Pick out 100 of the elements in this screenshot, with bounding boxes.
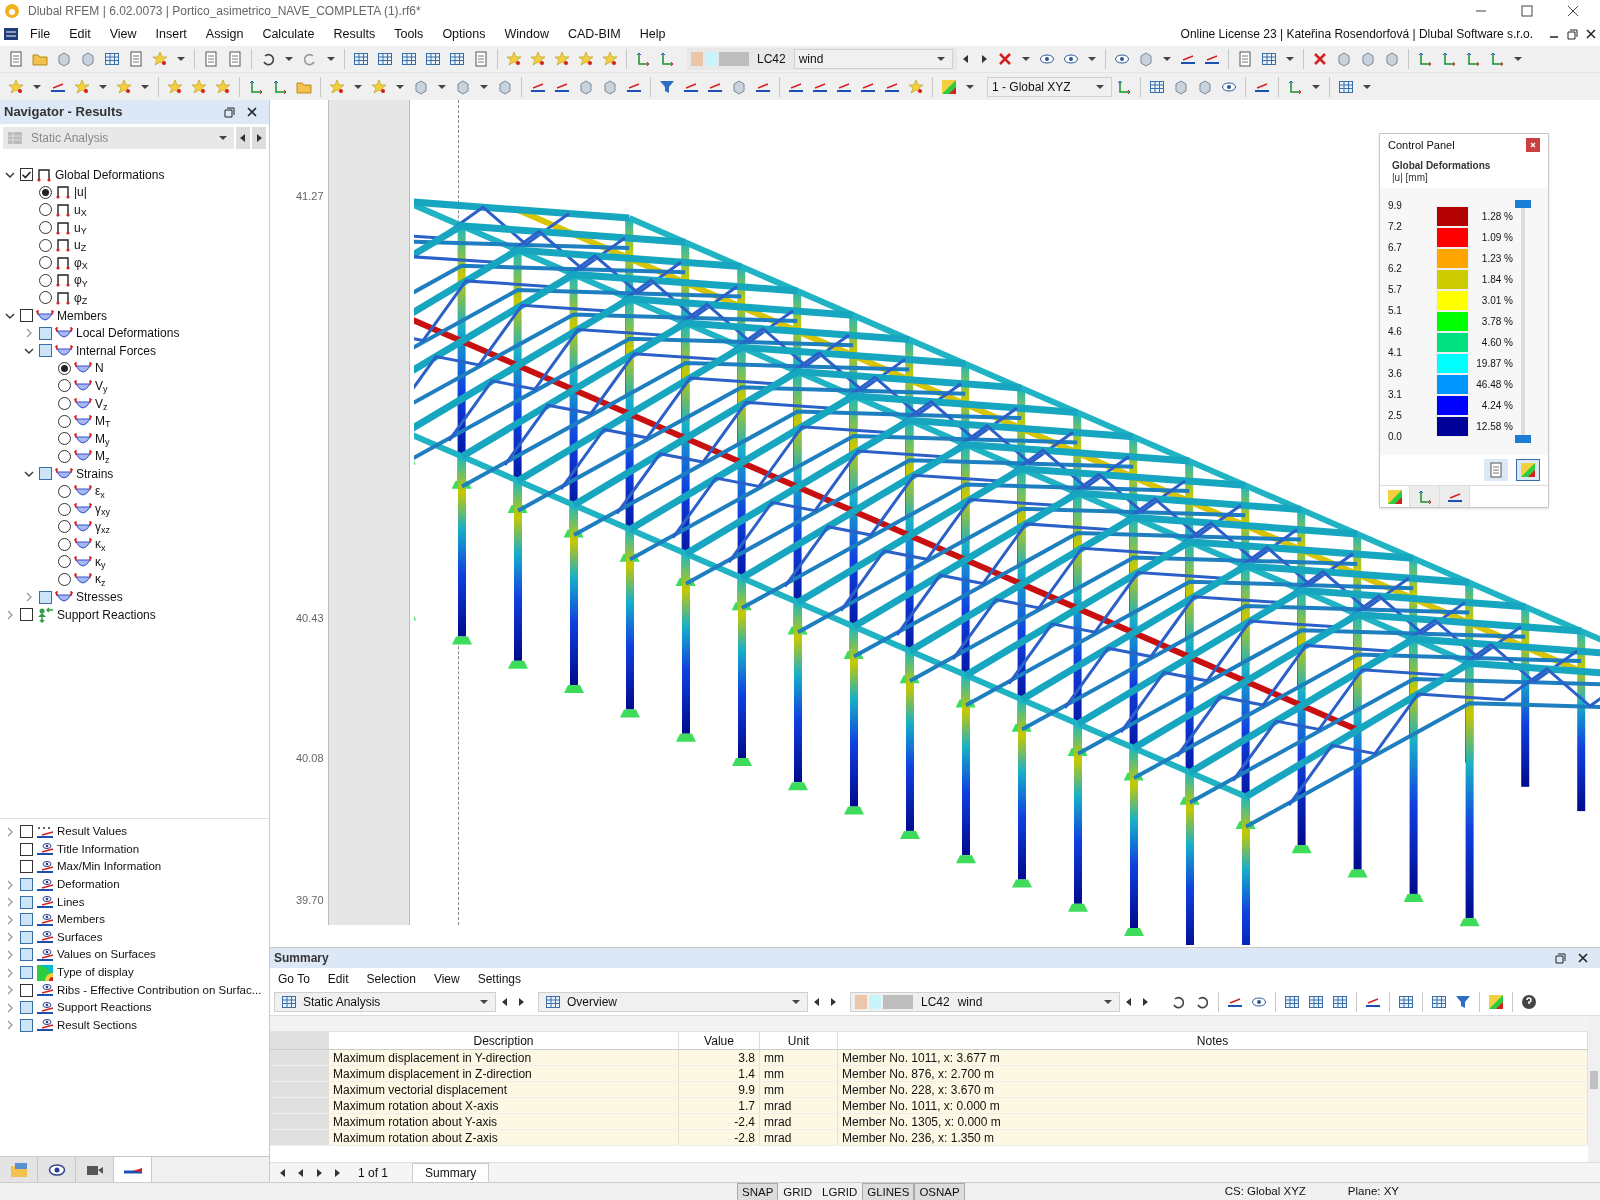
- checkbox[interactable]: [20, 878, 33, 892]
- checkbox[interactable]: [20, 913, 33, 927]
- close-icon[interactable]: [247, 107, 257, 117]
- tree-row[interactable]: V$_{y}$: [0, 377, 269, 395]
- range-slider-handle[interactable]: [1515, 435, 1531, 443]
- delete-icon[interactable]: [997, 51, 1013, 67]
- table-icon[interactable]: [425, 51, 441, 67]
- funnel-icon[interactable]: [659, 78, 675, 95]
- tree-row[interactable]: Max/Min Information: [0, 858, 269, 876]
- table-icon[interactable]: [1149, 78, 1165, 95]
- radio-button[interactable]: [39, 203, 52, 217]
- restore-icon[interactable]: [1567, 28, 1578, 40]
- menu-item[interactable]: Selection: [366, 969, 416, 988]
- eye-icon[interactable]: [1114, 51, 1130, 67]
- load-case-name[interactable]: wind: [957, 993, 1093, 1011]
- document-icon[interactable]: [128, 51, 144, 67]
- status-toggle[interactable]: GRID: [778, 1182, 818, 1200]
- axis-arrow-icon[interactable]: [1116, 78, 1132, 95]
- undo-icon[interactable]: [1194, 994, 1210, 1010]
- tree-row[interactable]: u$_{Z}$: [0, 236, 269, 254]
- menu-item[interactable]: Results: [333, 24, 376, 44]
- control-panel-tab[interactable]: [1380, 486, 1410, 507]
- checkbox[interactable]: [20, 860, 33, 874]
- analysis-dropdown[interactable]: Static Analysis: [274, 992, 496, 1012]
- tree-row[interactable]: Stresses: [0, 588, 269, 606]
- radio-button[interactable]: [58, 449, 71, 463]
- menu-item[interactable]: Calculate: [262, 24, 315, 44]
- column-header[interactable]: Unit: [760, 1032, 838, 1049]
- radio-button[interactable]: [58, 361, 71, 375]
- tree-row[interactable]: κ$_{x}$: [0, 535, 269, 554]
- menu-item[interactable]: Go To: [278, 969, 310, 988]
- axis-arrow-icon[interactable]: [1441, 51, 1457, 67]
- radio-button[interactable]: [58, 572, 71, 586]
- tree-row[interactable]: Surfaces: [0, 928, 269, 947]
- menu-item[interactable]: Edit: [69, 24, 91, 44]
- tree-row[interactable]: M$_{T}$: [0, 412, 269, 430]
- radio-button[interactable]: [39, 256, 52, 270]
- undo-icon[interactable]: [260, 51, 276, 67]
- checkbox[interactable]: [20, 309, 33, 323]
- star-icon[interactable]: [8, 78, 24, 95]
- tree-row[interactable]: M$_{y}$: [0, 429, 269, 448]
- tree-row[interactable]: κ$_{z}$: [0, 570, 269, 589]
- table-icon[interactable]: [401, 51, 417, 67]
- tree-row[interactable]: φ$_{Y}$: [0, 271, 269, 290]
- delete-icon[interactable]: [1312, 51, 1328, 67]
- status-toggle[interactable]: OSNAP: [914, 1182, 965, 1200]
- tree-row[interactable]: u$_{X}$: [0, 201, 269, 219]
- table-icon[interactable]: [377, 51, 393, 67]
- color-scale-icon[interactable]: [941, 78, 957, 95]
- checkbox[interactable]: [20, 1018, 33, 1032]
- radio-button[interactable]: [58, 502, 71, 516]
- checkbox[interactable]: [20, 168, 33, 182]
- radio-button[interactable]: [58, 432, 71, 446]
- status-toggle[interactable]: GLINES: [862, 1182, 915, 1200]
- document-icon[interactable]: [1237, 51, 1253, 67]
- status-toggle[interactable]: LGRID: [817, 1182, 863, 1200]
- expand-icon[interactable]: [24, 592, 34, 603]
- expand-icon[interactable]: [5, 985, 15, 996]
- expand-icon[interactable]: [5, 949, 15, 960]
- radio-button[interactable]: [58, 537, 71, 551]
- checkbox[interactable]: [20, 983, 33, 997]
- tree-row[interactable]: Result Values: [0, 823, 269, 841]
- menu-item[interactable]: Assign: [205, 24, 244, 44]
- tree-row[interactable]: u$_{Y}$: [0, 218, 269, 237]
- tree-row[interactable]: φ$_{X}$: [0, 253, 269, 272]
- checkbox[interactable]: [39, 467, 52, 481]
- menu-item[interactable]: Edit: [327, 969, 349, 988]
- document-icon[interactable]: [227, 51, 243, 67]
- tree-row[interactable]: N: [0, 359, 269, 378]
- tree-row[interactable]: Ribs - Effective Contribution on Surfac...: [0, 981, 269, 999]
- tree-row[interactable]: Local Deformations: [0, 324, 269, 342]
- expand-icon[interactable]: [5, 1002, 15, 1013]
- menu-item[interactable]: File: [30, 24, 51, 44]
- menu-item[interactable]: View: [109, 24, 137, 44]
- expand-icon[interactable]: [5, 932, 15, 943]
- close-icon[interactable]: [1586, 29, 1596, 39]
- status-toggle[interactable]: SNAP: [737, 1182, 779, 1200]
- checkbox[interactable]: [20, 842, 33, 856]
- restore-icon[interactable]: [224, 106, 235, 118]
- checkbox[interactable]: [39, 326, 52, 340]
- expand-icon[interactable]: [5, 609, 15, 620]
- document-icon[interactable]: [8, 51, 24, 67]
- star-icon[interactable]: [74, 78, 90, 95]
- app-menu-icon[interactable]: [4, 28, 18, 40]
- star-icon[interactable]: [578, 51, 594, 67]
- radio-button[interactable]: [39, 221, 52, 235]
- checkbox[interactable]: [20, 930, 33, 944]
- checkbox[interactable]: [39, 344, 52, 358]
- table-icon[interactable]: [449, 51, 465, 67]
- tree-row[interactable]: Lines: [0, 893, 269, 911]
- table-icon[interactable]: [281, 994, 297, 1010]
- tree-row[interactable]: ε$_{x}$: [0, 482, 269, 501]
- axis-arrow-icon[interactable]: [272, 78, 288, 95]
- tree-row[interactable]: Title Information: [0, 840, 269, 859]
- maximize-icon[interactable]: [1521, 5, 1533, 17]
- radio-button[interactable]: [39, 291, 52, 305]
- menu-item[interactable]: Options: [442, 24, 486, 44]
- axis-arrow-icon[interactable]: [635, 51, 651, 67]
- checkbox[interactable]: [20, 966, 33, 980]
- axis-arrow-icon[interactable]: [1417, 51, 1433, 67]
